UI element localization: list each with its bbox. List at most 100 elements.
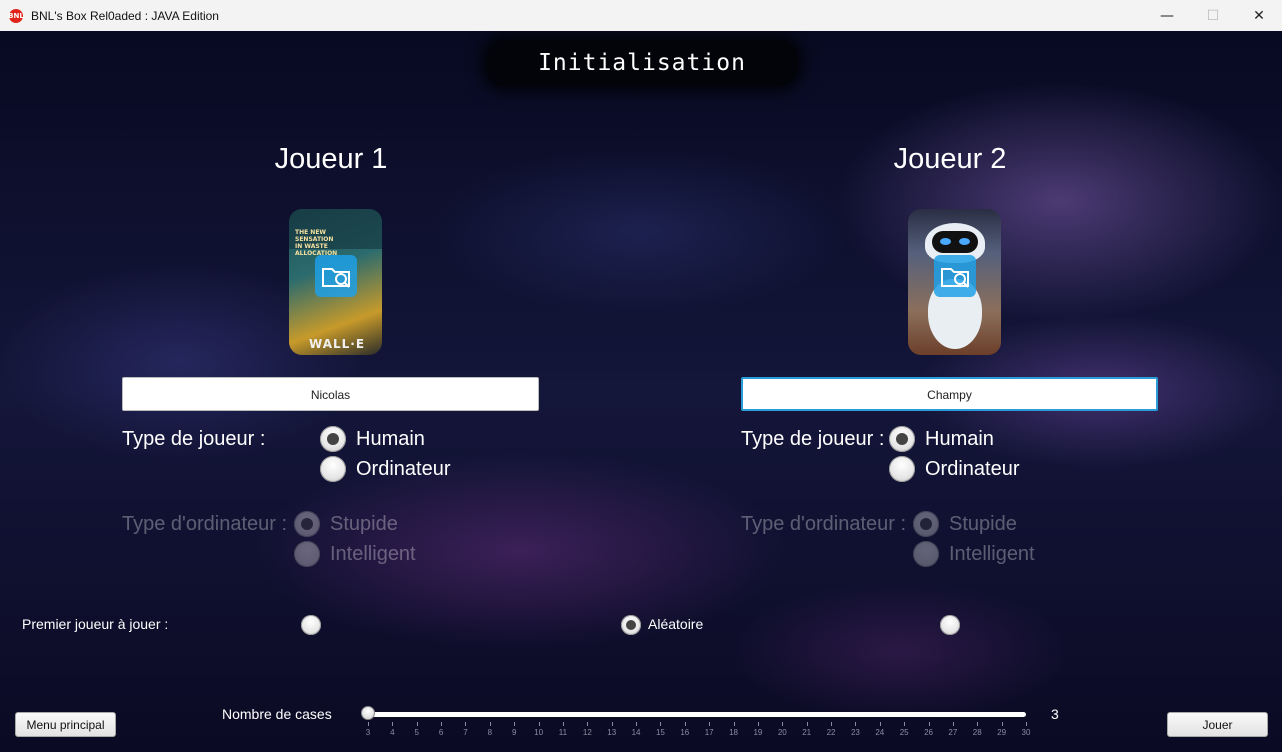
player1-human-radio[interactable] [320, 426, 346, 452]
player1-ai-label: Type d'ordinateur : [122, 513, 288, 535]
slider-tick [587, 722, 589, 726]
slider-tick-label: 5 [414, 728, 419, 737]
player2-smart-label: Intelligent [949, 543, 1035, 565]
slider-tick [368, 722, 369, 726]
slider-tick-label: 14 [631, 728, 641, 737]
player1-stupid-label: Stupide [330, 513, 398, 535]
slider-tick [977, 722, 979, 726]
player1-avatar[interactable]: THE NEW SENSATION IN WASTE ALLOCATION WA… [289, 209, 382, 355]
first-player1-radio[interactable] [301, 615, 321, 635]
window-controls: — ☐ ✕ [1144, 0, 1282, 31]
slider-tick-label: 29 [997, 728, 1007, 737]
slider-tick-label: 11 [558, 728, 568, 737]
slider-tick-label: 6 [438, 728, 444, 737]
slider-tick-label: 20 [777, 728, 787, 737]
slider-tick [416, 722, 418, 726]
init-screen: Initialisation Joueur 1 THE NEW SENSATIO… [0, 31, 1282, 752]
avatar-robot-eye [940, 238, 951, 245]
player1-stupid-radio[interactable] [294, 511, 320, 537]
minimize-button[interactable]: — [1144, 0, 1190, 31]
slider-tick [514, 722, 516, 726]
slider-tick [855, 722, 857, 726]
first-player2-radio[interactable] [940, 615, 960, 635]
slider-tick-label: 28 [972, 728, 982, 737]
slider-tick [392, 722, 394, 726]
board-size-label: Nombre de cases [222, 706, 332, 722]
page-title: Initialisation [538, 50, 746, 76]
slider-tick-label: 23 [850, 728, 860, 737]
header-banner: Initialisation [486, 39, 798, 87]
player1-human-label: Humain [356, 428, 425, 450]
close-button[interactable]: ✕ [1236, 0, 1282, 31]
slider-tick [562, 722, 564, 726]
player2-title: Joueur 2 [893, 143, 1007, 175]
slider-tick [904, 722, 906, 726]
player1-computer-radio[interactable] [320, 456, 346, 482]
play-button[interactable]: Jouer [1167, 712, 1268, 737]
slider-tick [489, 722, 491, 726]
slider-tick-label: 7 [463, 728, 468, 737]
avatar-logo: WALL·E [309, 337, 366, 351]
player2-type-label: Type de joueur : [741, 428, 885, 450]
slider-tick [806, 722, 808, 726]
app-window: BNL BNL's Box Rel0aded : JAVA Edition — … [0, 0, 1282, 752]
player2-computer-radio[interactable] [889, 456, 915, 482]
board-size-slider-track[interactable] [368, 712, 1026, 717]
slider-tick-label: 19 [753, 728, 763, 737]
slider-tick [660, 722, 662, 726]
player1-type-label: Type de joueur : [122, 428, 266, 450]
slider-tick-label: 8 [487, 728, 493, 737]
player2-stupid-label: Stupide [949, 513, 1017, 535]
slider-tick-label: 3 [365, 728, 371, 737]
slider-tick-label: 30 [1021, 728, 1031, 737]
slider-tick [928, 722, 930, 726]
app-icon: BNL [8, 8, 24, 23]
slider-tick-label: 15 [655, 728, 665, 737]
slider-tick [1026, 722, 1027, 726]
slider-tick-label: 17 [704, 728, 714, 737]
slider-tick [538, 722, 540, 726]
slider-tick-label: 9 [511, 728, 517, 737]
first-random-radio[interactable] [621, 615, 641, 635]
folder-search-icon[interactable] [315, 255, 357, 297]
title-bar: BNL BNL's Box Rel0aded : JAVA Edition — … [0, 0, 1282, 32]
player2-human-radio[interactable] [889, 426, 915, 452]
first-random-label: Aléatoire [648, 616, 704, 632]
main-menu-button[interactable]: Menu principal [15, 712, 116, 737]
player2-ai-label: Type d'ordinateur : [741, 513, 907, 535]
slider-tick [684, 722, 686, 726]
slider-tick-label: 12 [582, 728, 592, 737]
slider-tick [952, 722, 954, 726]
player1-smart-radio[interactable] [294, 541, 320, 567]
slider-tick-label: 16 [680, 728, 690, 737]
slider-tick-label: 13 [607, 728, 617, 737]
slider-tick [465, 722, 467, 726]
slider-tick-label: 21 [802, 728, 812, 737]
board-size-slider-thumb[interactable] [361, 706, 375, 720]
slider-tick [1001, 722, 1003, 726]
slider-tick-label: 24 [875, 728, 885, 737]
avatar-poster-text: THE NEW SENSATION IN WASTE ALLOCATION [295, 229, 338, 257]
player2-name-input[interactable]: Champy [741, 377, 1158, 411]
player1-smart-label: Intelligent [330, 543, 416, 565]
slider-tick-label: 25 [899, 728, 909, 737]
player2-smart-radio[interactable] [913, 541, 939, 567]
player2-human-label: Humain [925, 428, 994, 450]
folder-search-icon[interactable] [934, 255, 976, 297]
player2-computer-label: Ordinateur [925, 458, 1020, 480]
window-title: BNL's Box Rel0aded : JAVA Edition [31, 8, 219, 23]
slider-tick [636, 722, 638, 726]
player1-name-input[interactable]: Nicolas [122, 377, 539, 411]
player2-avatar[interactable] [908, 209, 1001, 355]
slider-tick-label: 4 [390, 728, 395, 737]
board-size-value: 3 [1051, 706, 1059, 722]
slider-tick-label: 26 [924, 728, 933, 737]
slider-tick-label: 18 [729, 728, 738, 737]
slider-tick-label: 22 [826, 728, 836, 737]
first-player-label: Premier joueur à jouer : [22, 616, 169, 632]
slider-tick [441, 722, 443, 726]
maximize-button[interactable]: ☐ [1190, 0, 1236, 31]
slider-tick [757, 722, 759, 726]
player2-stupid-radio[interactable] [913, 511, 939, 537]
player1-title: Joueur 1 [274, 143, 388, 175]
